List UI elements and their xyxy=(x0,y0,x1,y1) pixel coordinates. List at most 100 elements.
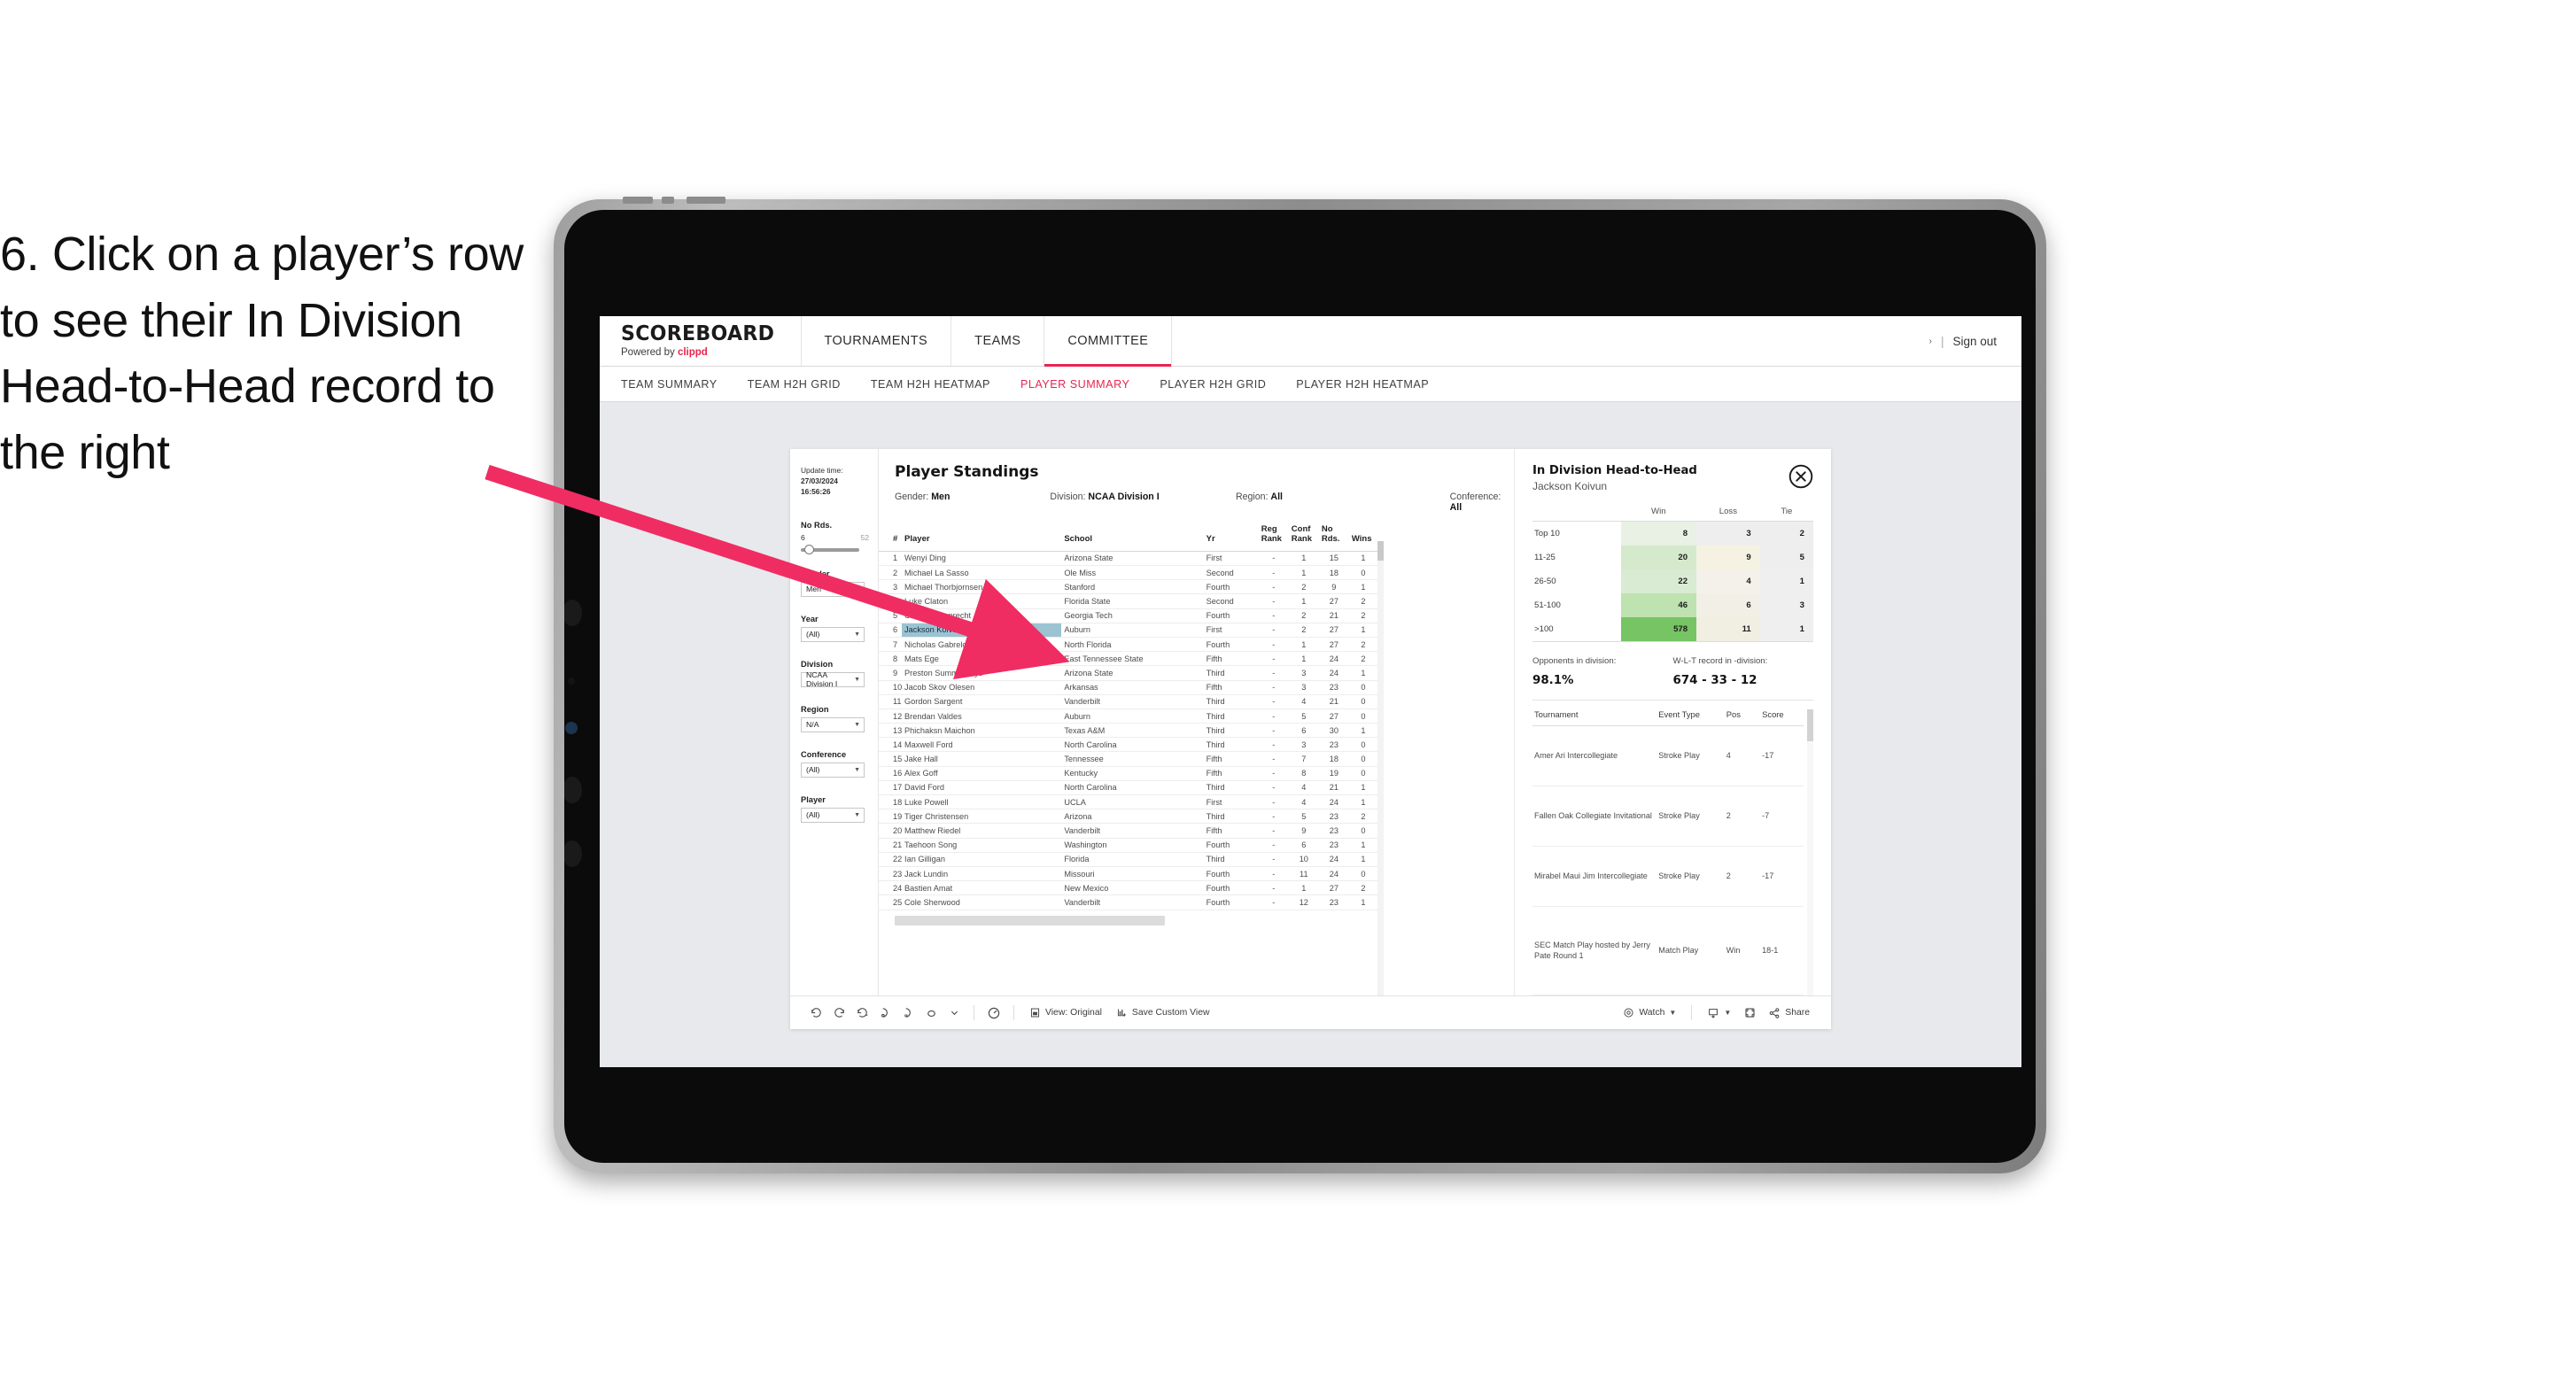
heatmap-cell[interactable]: 4 xyxy=(1696,569,1760,593)
filter-division-select[interactable]: NCAA Division I ▼ xyxy=(801,670,865,688)
col-wins[interactable]: Wins xyxy=(1348,522,1377,552)
tournaments-scrollbar[interactable] xyxy=(1807,709,1813,995)
col-conf-rank[interactable]: Conf Rank xyxy=(1288,522,1319,552)
filter-year-select[interactable]: (All) ▼ xyxy=(801,626,865,642)
refresh-icon[interactable] xyxy=(873,1002,896,1025)
tournament-row[interactable]: Mirabel Maui Jim Intercollegiate Stroke P… xyxy=(1532,846,1804,907)
save-custom-view-button[interactable]: Save Custom View xyxy=(1109,1007,1217,1018)
revert-icon[interactable] xyxy=(850,1002,873,1025)
table-row[interactable]: 8 Mats Ege East Tennessee State Fifth -1 24 2 xyxy=(879,651,1377,667)
sign-out-link[interactable]: Sign out xyxy=(1952,335,1997,348)
nav-teams[interactable]: TEAMS xyxy=(951,316,1045,366)
undo-icon[interactable] xyxy=(804,1002,827,1025)
chevron-down-icon[interactable] xyxy=(943,1002,966,1025)
table-row[interactable]: 23 Jack Lundin Missouri Fourth -11 24 0 xyxy=(879,866,1377,882)
table-row[interactable]: 13 Phichaksn Maichon Texas A&M Third -6 30 1 xyxy=(879,723,1377,739)
col-rank[interactable]: # xyxy=(879,522,903,552)
table-row[interactable]: 5 Christo Lamprecht Georgia Tech Fourth -2 21… xyxy=(879,608,1377,623)
filter-gender-select[interactable]: Men ▼ xyxy=(801,581,865,597)
cell-conf-rank: 9 xyxy=(1288,823,1319,839)
col-tournament[interactable]: Tournament xyxy=(1532,709,1657,726)
fullscreen-icon[interactable] xyxy=(1738,1002,1761,1025)
standings-scrollbar-thumb[interactable] xyxy=(1377,541,1384,561)
heatmap-cell[interactable]: 3 xyxy=(1759,593,1813,617)
heatmap-cell[interactable]: 2 xyxy=(1759,521,1813,546)
download-button[interactable]: ▼ xyxy=(1700,1007,1738,1019)
brand-logo[interactable]: SCOREBOARD Powered by clippd xyxy=(600,316,802,366)
table-row[interactable]: 24 Bastien Amat New Mexico Fourth -1 27 2 xyxy=(879,880,1377,896)
nav-committee[interactable]: COMMITTEE xyxy=(1044,316,1173,367)
table-row[interactable]: 20 Matthew Riedel Vanderbilt Fifth -9 23 0 xyxy=(879,823,1377,839)
table-row[interactable]: 7 Nicholas Gabrelcik North Florida Fourth -1… xyxy=(879,637,1377,653)
col-score[interactable]: Score xyxy=(1760,709,1804,726)
table-row[interactable]: 3 Michael Thorbjornsen Stanford Fourth -2 9 1 xyxy=(879,579,1377,595)
view-original-button[interactable]: View: Original xyxy=(1022,1007,1109,1018)
table-row[interactable]: 11 Gordon Sargent Vanderbilt Third -4 21 0 xyxy=(879,694,1377,709)
col-player[interactable]: Player xyxy=(902,522,1062,552)
tab-player-h2h-heatmap[interactable]: PLAYER H2H HEATMAP xyxy=(1296,378,1429,391)
rounds-slider[interactable] xyxy=(801,545,859,555)
tab-player-summary[interactable]: PLAYER SUMMARY xyxy=(1020,378,1129,391)
table-row[interactable]: 15 Jake Hall Tennessee Fifth -7 18 0 xyxy=(879,751,1377,767)
standings-horizontal-scrollbar[interactable] xyxy=(895,915,1165,925)
tab-team-h2h-heatmap[interactable]: TEAM H2H HEATMAP xyxy=(871,378,990,391)
heatmap-cell[interactable]: 9 xyxy=(1696,546,1760,569)
filter-player-select[interactable]: (All) ▼ xyxy=(801,807,865,823)
table-row[interactable]: 4 Luke Claton Florida State Second -1 27 2 xyxy=(879,593,1377,609)
table-row[interactable]: 12 Brendan Valdes Auburn Third -5 27 0 xyxy=(879,708,1377,724)
col-event-type[interactable]: Event Type xyxy=(1657,709,1725,726)
cell-player: Ian Gilligan xyxy=(902,852,1062,867)
tournament-row[interactable]: Fallen Oak Collegiate Invitational Stroke… xyxy=(1532,786,1804,847)
filter-region-select[interactable]: N/A ▼ xyxy=(801,716,865,732)
table-row[interactable]: 14 Maxwell Ford North Carolina Third -3 23 0 xyxy=(879,737,1377,753)
table-row[interactable]: 18 Luke Powell UCLA First -4 24 1 xyxy=(879,794,1377,810)
alerts-icon[interactable] xyxy=(919,1002,943,1025)
table-row[interactable]: 19 Tiger Christensen Arizona Third -5 23 2 xyxy=(879,809,1377,825)
table-row[interactable]: 2 Michael La Sasso Ole Miss Second -1 18 0 xyxy=(879,565,1377,581)
cell-year: Fourth xyxy=(1203,866,1259,882)
table-row[interactable]: 22 Ian Gilligan Florida Third -10 24 1 xyxy=(879,852,1377,867)
table-row[interactable]: 10 Jacob Skov Olesen Arkansas Fifth -3 23 0 xyxy=(879,680,1377,695)
heatmap-cell[interactable]: 8 xyxy=(1620,521,1697,546)
table-row[interactable]: 21 Taehoon Song Washington Fourth -6 23 1 xyxy=(879,838,1377,853)
heatmap-cell[interactable]: 46 xyxy=(1620,593,1697,617)
chevron-right-icon[interactable]: › xyxy=(1929,337,1932,346)
heatmap-cell[interactable]: 1 xyxy=(1759,569,1813,593)
col-pos[interactable]: Pos xyxy=(1724,709,1761,726)
share-button[interactable]: Share xyxy=(1761,1007,1817,1019)
heatmap-cell[interactable]: 20 xyxy=(1620,546,1697,569)
tab-team-summary[interactable]: TEAM SUMMARY xyxy=(621,378,718,391)
nav-tournaments[interactable]: TOURNAMENTS xyxy=(802,316,952,366)
redo-icon[interactable] xyxy=(827,1002,850,1025)
col-school[interactable]: School xyxy=(1061,522,1204,552)
table-row[interactable]: 1 Wenyi Ding Arizona State First -1 15 1 xyxy=(879,551,1377,567)
heatmap-cell[interactable]: 3 xyxy=(1696,521,1760,546)
heatmap-cell[interactable]: 578 xyxy=(1620,617,1697,642)
heatmap-cell[interactable]: 5 xyxy=(1759,546,1813,569)
highlight-icon[interactable] xyxy=(982,1002,1005,1025)
col-year[interactable]: Yr xyxy=(1203,522,1259,552)
table-row[interactable]: 16 Alex Goff Kentucky Fifth -8 19 0 xyxy=(879,766,1377,781)
close-icon[interactable] xyxy=(1788,464,1813,489)
rounds-slider-handle[interactable] xyxy=(804,545,814,555)
standings-table-scroll[interactable]: # Player School Yr Reg Rank Conf Rank No Rd… xyxy=(879,522,1377,995)
col-no-rounds[interactable]: No Rds. xyxy=(1318,522,1349,552)
tournament-row[interactable]: Amer Ari Intercollegiate Stroke Play 4 -17 xyxy=(1532,725,1804,786)
watch-button[interactable]: Watch ▼ xyxy=(1616,1007,1683,1018)
col-reg-rank[interactable]: Reg Rank xyxy=(1258,522,1289,552)
tournaments-scrollbar-thumb[interactable] xyxy=(1807,709,1813,741)
table-row[interactable]: 6 Jackson Koivun Auburn First -2 27 1 xyxy=(879,623,1377,638)
table-row[interactable]: 25 Cole Sherwood Vanderbilt Fourth -12 23 1 xyxy=(879,894,1377,910)
table-row[interactable]: 9 Preston Summerhays Arizona State Third -3 2… xyxy=(879,665,1377,681)
pause-icon[interactable] xyxy=(896,1002,919,1025)
heatmap-cell[interactable]: 6 xyxy=(1696,593,1760,617)
table-row[interactable]: 17 David Ford North Carolina Third -4 21 1 xyxy=(879,780,1377,796)
standings-vertical-scrollbar[interactable] xyxy=(1377,541,1384,995)
filter-conference-select[interactable]: (All) ▼ xyxy=(801,762,865,778)
tournament-row[interactable]: SEC Match Play hosted by Jerry Pate Roun… xyxy=(1532,906,1804,996)
tab-player-h2h-grid[interactable]: PLAYER H2H GRID xyxy=(1160,378,1266,391)
heatmap-cell[interactable]: 22 xyxy=(1620,569,1697,593)
heatmap-cell[interactable]: 11 xyxy=(1696,617,1760,642)
heatmap-cell[interactable]: 1 xyxy=(1759,617,1813,642)
tab-team-h2h-grid[interactable]: TEAM H2H GRID xyxy=(748,378,841,391)
